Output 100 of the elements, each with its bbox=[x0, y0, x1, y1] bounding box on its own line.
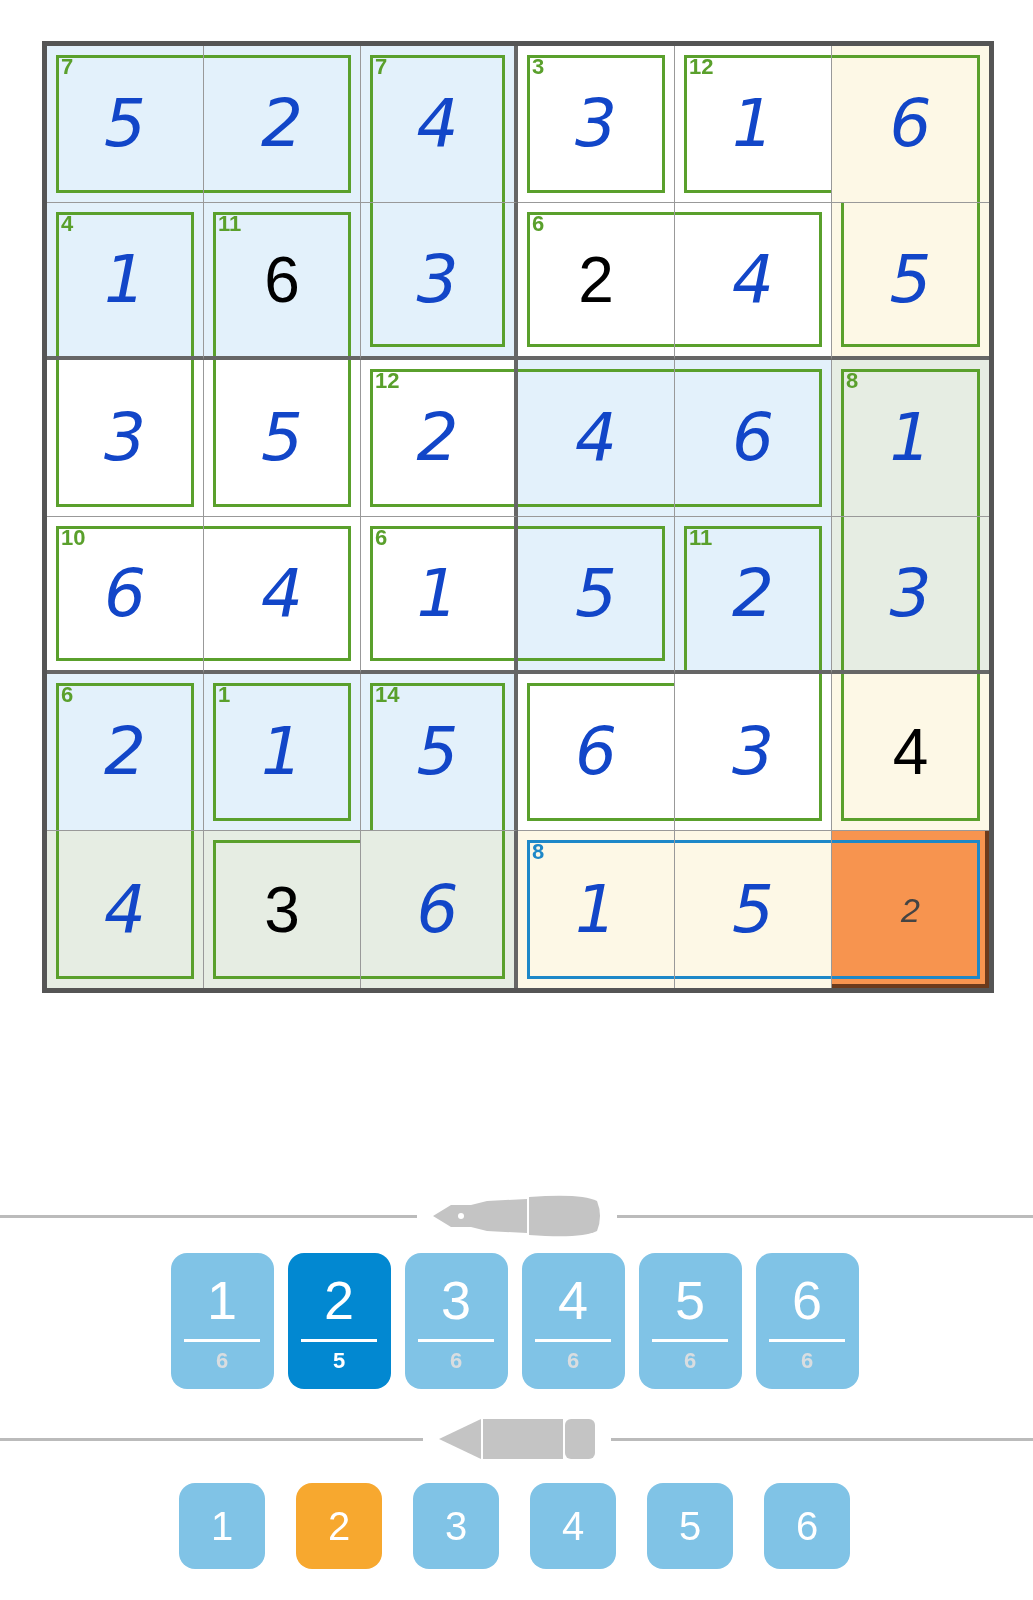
digit-button[interactable]: 2 5 bbox=[287, 1253, 391, 1389]
cage-sum: 4 bbox=[61, 213, 74, 235]
cage-sum: 11 bbox=[689, 527, 713, 549]
cell-digit: 6 bbox=[104, 560, 146, 627]
grid-cell[interactable]: 2 bbox=[204, 46, 361, 203]
cell-digit: 6 bbox=[889, 91, 932, 157]
grid-cell[interactable]: 6 bbox=[832, 46, 989, 203]
grid-cell[interactable]: 5 bbox=[204, 360, 361, 517]
cage-sum: 6 bbox=[532, 213, 545, 235]
cell-digit: 4 bbox=[575, 405, 617, 471]
cell-digit: 3 bbox=[732, 719, 774, 785]
digit-label: 2 bbox=[323, 1273, 354, 1327]
grid-cell[interactable]: 5 bbox=[675, 831, 832, 988]
digit-label: 3 bbox=[440, 1273, 471, 1327]
cage-sum: 10 bbox=[61, 527, 86, 549]
cell-digit: 5 bbox=[575, 560, 617, 627]
cage-sum: 3 bbox=[532, 56, 545, 78]
digit-label: 1 bbox=[206, 1273, 237, 1327]
grid-cell[interactable]: 8 1 bbox=[832, 360, 989, 517]
cage-sum: 6 bbox=[375, 527, 388, 549]
grid-cell[interactable]: 8 1 bbox=[518, 831, 675, 988]
digit-label: 5 bbox=[674, 1273, 705, 1327]
grid-cell[interactable]: 11 6 bbox=[204, 203, 361, 360]
digit-label: 4 bbox=[557, 1273, 588, 1327]
grid-cell[interactable]: 4 bbox=[204, 517, 361, 674]
grid-cell[interactable]: 6 bbox=[361, 831, 518, 988]
cell-digit: 1 bbox=[575, 876, 617, 943]
cage-sum: 8 bbox=[532, 841, 545, 863]
grid-cell[interactable]: 3 bbox=[832, 517, 989, 674]
cell-digit: 2 bbox=[416, 405, 459, 471]
remaining-count: 6 bbox=[800, 1350, 814, 1372]
grid-cell[interactable]: 5 bbox=[832, 203, 989, 360]
remaining-count: 5 bbox=[332, 1350, 346, 1372]
cage-sum: 6 bbox=[61, 684, 74, 706]
grid-cell[interactable]: 6 1 bbox=[361, 517, 518, 674]
cell-digit: 1 bbox=[261, 719, 303, 785]
grid-cell[interactable]: 6 bbox=[675, 360, 832, 517]
cell-digit: 2 bbox=[578, 247, 614, 312]
cell-digit: 4 bbox=[416, 91, 459, 157]
remaining-count: 6 bbox=[683, 1350, 697, 1372]
cell-digit: 2 bbox=[261, 91, 303, 157]
cage-sum: 7 bbox=[61, 56, 74, 78]
cell-digit: 2 bbox=[732, 560, 774, 627]
cell-digit: 4 bbox=[732, 246, 774, 313]
cage-sum: 8 bbox=[846, 370, 859, 392]
grid-cell[interactable]: 4 bbox=[518, 360, 675, 517]
remaining-count: 6 bbox=[566, 1350, 580, 1372]
cage-sum: 11 bbox=[218, 213, 242, 235]
pencil-mark: 2 bbox=[901, 892, 920, 927]
grid-cell[interactable]: 3 bbox=[47, 360, 204, 517]
grid-cell[interactable]: 4 bbox=[832, 674, 989, 831]
grid-cell[interactable]: 7 5 bbox=[47, 46, 204, 203]
cell-digit: 1 bbox=[416, 560, 459, 627]
grid-cell[interactable]: 10 6 bbox=[47, 517, 204, 674]
grid-cell[interactable]: 7 4 bbox=[361, 46, 518, 203]
cell-digit: 1 bbox=[104, 246, 146, 313]
cage-sum: 14 bbox=[375, 684, 400, 706]
cage-sum: 12 bbox=[689, 56, 714, 78]
grid-cell[interactable]: 1 1 bbox=[204, 674, 361, 831]
digit-label: 6 bbox=[791, 1273, 822, 1327]
grid-cell[interactable]: 4 1 bbox=[47, 203, 204, 360]
cell-digit: 5 bbox=[416, 719, 459, 785]
cell-digit: 2 bbox=[104, 719, 146, 785]
grid-cell[interactable]: 12 2 bbox=[361, 360, 518, 517]
remaining-count: 6 bbox=[449, 1350, 463, 1372]
cell-digit: 4 bbox=[104, 876, 146, 943]
cell-digit: 5 bbox=[889, 246, 932, 313]
grid-cell[interactable]: 12 1 bbox=[675, 46, 832, 203]
cell-digit: 3 bbox=[416, 246, 459, 313]
cell-digit: 4 bbox=[261, 560, 303, 627]
grid-cell[interactable]: 3 bbox=[204, 831, 361, 988]
cell-digit: 6 bbox=[416, 876, 459, 943]
remaining-count: 6 bbox=[215, 1350, 229, 1372]
grid-cell[interactable]: 3 3 bbox=[518, 46, 675, 203]
cell-digit: 6 bbox=[732, 405, 774, 471]
grid-cell[interactable]: 3 bbox=[361, 203, 518, 360]
cage-sum: 12 bbox=[375, 370, 400, 392]
grid-cell[interactable]: 3 bbox=[675, 674, 832, 831]
cell-digit: 3 bbox=[264, 877, 300, 942]
cell-digit: 5 bbox=[732, 876, 774, 943]
grid-cell[interactable]: 2 bbox=[832, 831, 989, 988]
grid-cell[interactable]: 14 5 bbox=[361, 674, 518, 831]
cell-digit: 4 bbox=[892, 720, 929, 784]
grid-cell[interactable]: 6 2 bbox=[518, 203, 675, 360]
grid-cell[interactable]: 11 2 bbox=[675, 517, 832, 674]
cage-sum: 1 bbox=[218, 684, 231, 706]
cell-digit: 5 bbox=[261, 405, 303, 471]
grid-cell[interactable]: 4 bbox=[47, 831, 204, 988]
cell-digit: 6 bbox=[575, 719, 617, 785]
grid-cell[interactable]: 5 bbox=[518, 517, 675, 674]
grid-cell[interactable]: 6 bbox=[518, 674, 675, 831]
cell-digit: 3 bbox=[889, 560, 932, 627]
cell-digit: 1 bbox=[732, 91, 774, 157]
grid-cell[interactable]: 4 bbox=[675, 203, 832, 360]
cell-digit: 1 bbox=[889, 405, 932, 471]
cell-digit: 3 bbox=[575, 91, 617, 157]
cage-sum: 7 bbox=[375, 56, 388, 78]
cell-digit: 5 bbox=[104, 91, 146, 157]
grid-cell[interactable]: 6 2 bbox=[47, 674, 204, 831]
cell-digit: 6 bbox=[264, 247, 300, 312]
